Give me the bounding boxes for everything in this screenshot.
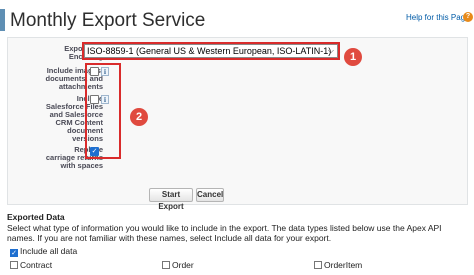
page-title: Monthly Export Service xyxy=(10,10,206,31)
include-all-data-label: Include all data xyxy=(20,246,78,256)
contract-checkbox[interactable] xyxy=(10,261,18,269)
include-all-data-option[interactable]: ✓ Include all data xyxy=(10,246,77,257)
orderitem-checkbox[interactable] xyxy=(314,261,322,269)
annotation-badge-1: 1 xyxy=(344,48,362,66)
annotation-badge-2: 2 xyxy=(130,108,148,126)
exported-data-title: Exported Data xyxy=(7,212,65,222)
highlight-box-1 xyxy=(82,42,340,60)
help-link[interactable]: Help for this Page xyxy=(406,13,470,22)
highlight-box-2 xyxy=(85,63,121,159)
include-all-data-checkbox[interactable]: ✓ xyxy=(10,249,18,257)
contract-label: Contract xyxy=(20,260,53,270)
start-export-button[interactable]: Start Export xyxy=(149,188,193,211)
help-icon[interactable]: ? xyxy=(463,12,473,22)
order-label: Order xyxy=(172,260,194,270)
list-item[interactable]: Order xyxy=(162,260,194,270)
page-header-icon xyxy=(0,9,5,31)
orderitem-label: OrderItem xyxy=(324,260,363,270)
list-item[interactable]: Contract xyxy=(10,260,52,270)
exported-data-description: Select what type of information you woul… xyxy=(7,223,442,243)
cancel-button[interactable]: Cancel xyxy=(196,188,224,202)
list-item[interactable]: OrderItem xyxy=(314,260,362,270)
order-checkbox[interactable] xyxy=(162,261,170,269)
